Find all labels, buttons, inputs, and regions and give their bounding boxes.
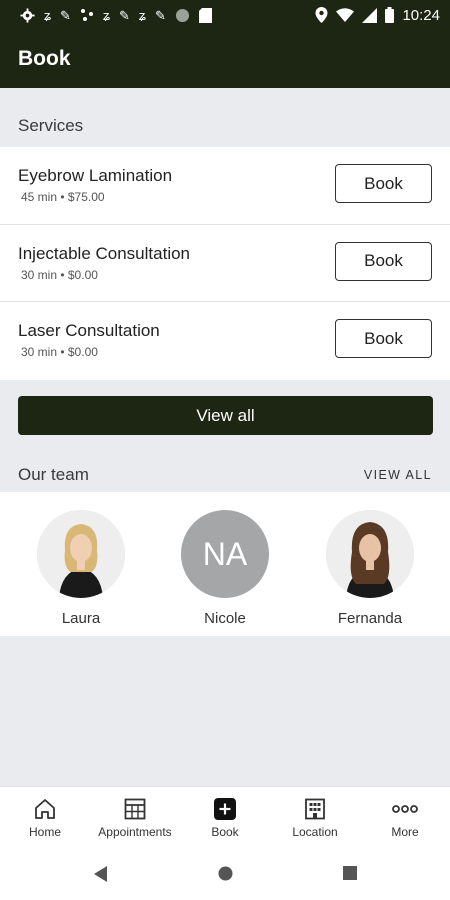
tool-icon: ✎ xyxy=(60,7,71,23)
calendar-icon xyxy=(124,798,146,820)
back-icon[interactable] xyxy=(94,866,108,882)
services-list: Eyebrow Lamination 45 min • $75.00 Book … xyxy=(0,147,450,380)
recents-icon[interactable] xyxy=(343,866,357,880)
notification-icon: ʑ xyxy=(138,7,146,23)
avatar xyxy=(326,510,414,598)
book-button[interactable]: Book xyxy=(335,319,432,358)
book-button[interactable]: Book xyxy=(335,164,432,203)
view-all-team-link[interactable]: VIEW ALL xyxy=(364,468,432,482)
system-nav-bar xyxy=(0,848,450,900)
team-member[interactable]: NA Nicole xyxy=(165,510,285,627)
notification-icon: ʑ xyxy=(102,7,110,23)
nav-item-location[interactable]: Location xyxy=(270,787,360,848)
nav-label: More xyxy=(391,825,419,839)
notification-icons: ʑ ✎ ʑ ✎ ʑ ✎ xyxy=(20,7,315,23)
service-item: Injectable Consultation 30 min • $0.00 B… xyxy=(0,225,450,302)
app-bar: Book xyxy=(0,30,450,88)
nav-label: Location xyxy=(292,825,338,839)
home-nav-icon[interactable] xyxy=(218,866,233,881)
team-list: Laura NA Nicole Fernanda xyxy=(0,492,450,636)
service-meta: 30 min • $0.00 xyxy=(21,267,98,282)
share-icon xyxy=(80,9,93,21)
notification-icon: ʑ xyxy=(44,7,52,23)
service-item: Eyebrow Lamination 45 min • $75.00 Book xyxy=(0,147,450,225)
service-meta: 30 min • $0.00 xyxy=(21,345,98,359)
add-icon xyxy=(214,798,236,820)
page-title: Book xyxy=(18,47,71,70)
avatar: NA xyxy=(181,510,269,598)
avatar xyxy=(37,510,125,598)
home-icon xyxy=(35,799,55,819)
service-name: Eyebrow Lamination xyxy=(18,166,173,185)
avatar-photo xyxy=(326,510,414,598)
circle-icon xyxy=(175,8,189,22)
team-member[interactable]: Laura xyxy=(21,510,141,627)
building-icon xyxy=(305,798,325,820)
bottom-nav: Home Appointments Book Location More xyxy=(0,786,450,848)
team-title: Our team xyxy=(18,465,89,484)
service-item: Laser Consultation 30 min • $0.00 Book xyxy=(0,302,450,380)
avatar-photo xyxy=(37,510,125,598)
battery-icon xyxy=(385,7,395,23)
wifi-icon xyxy=(336,8,355,22)
book-button[interactable]: Book xyxy=(335,241,432,281)
service-name: Injectable Consultation xyxy=(18,243,191,263)
nav-label: Book xyxy=(211,825,239,839)
nav-label: Appointments xyxy=(98,825,172,839)
view-all-services-button[interactable]: View all xyxy=(18,396,433,435)
location-icon xyxy=(315,7,328,23)
member-name: Fernanda xyxy=(337,610,403,627)
nav-item-appointments[interactable]: Appointments xyxy=(90,787,180,848)
team-member[interactable]: Fernanda xyxy=(310,510,430,627)
nav-item-book[interactable]: Book xyxy=(180,787,270,848)
services-title: Services xyxy=(18,116,84,135)
more-icon xyxy=(392,805,418,813)
member-name: Nicole xyxy=(204,610,246,627)
nav-item-home[interactable]: Home xyxy=(0,787,90,848)
nav-item-more[interactable]: More xyxy=(360,787,450,848)
service-meta: 45 min • $75.00 xyxy=(21,190,105,204)
nav-label: Home xyxy=(28,825,61,839)
tool-icon: ✎ xyxy=(154,7,166,23)
signal-icon xyxy=(362,7,378,23)
sd-card-icon xyxy=(198,7,212,23)
gear-icon xyxy=(20,7,35,23)
tool-icon: ✎ xyxy=(119,7,130,23)
service-name: Laser Consultation xyxy=(18,321,160,340)
status-bar: ʑ ✎ ʑ ✎ ʑ ✎ 10:24 xyxy=(0,0,450,30)
status-time: 10:24 xyxy=(402,6,440,24)
member-name: Laura xyxy=(61,610,101,627)
